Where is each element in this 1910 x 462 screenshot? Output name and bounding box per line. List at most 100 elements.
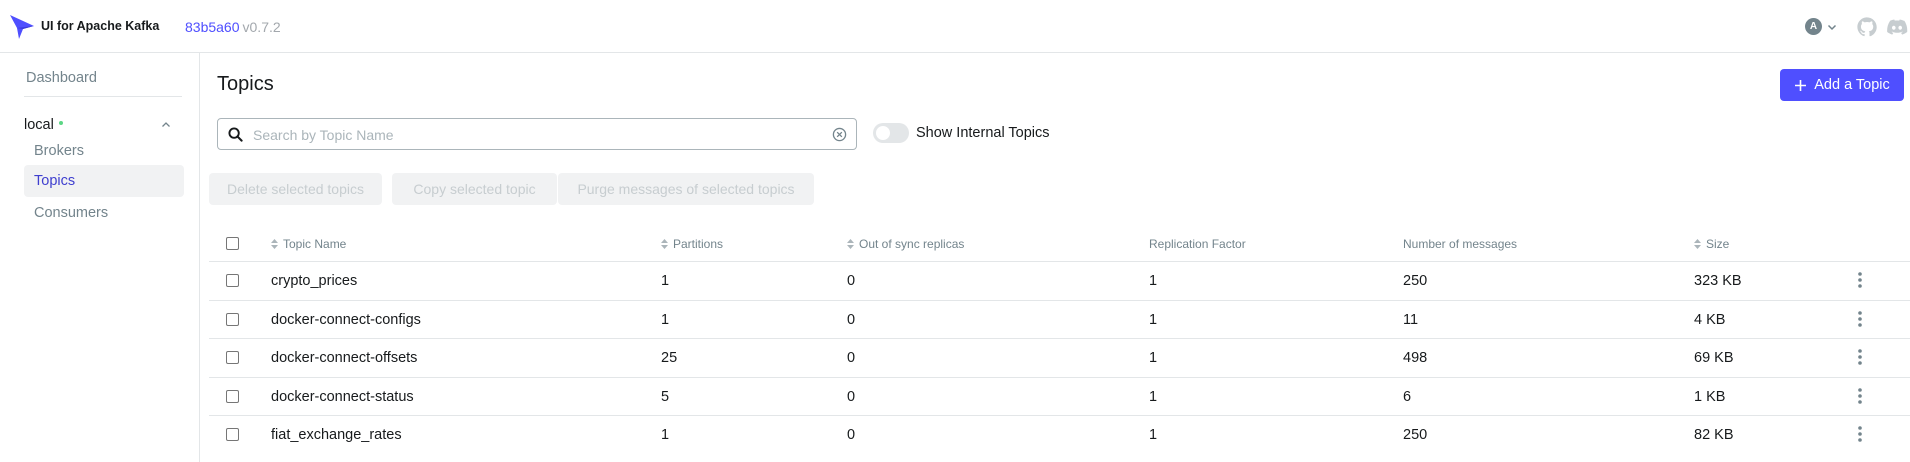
table-header: Topic Name Partitions Out of sync replic… — [209, 226, 1910, 262]
table-row: fiat_exchange_rates 1 0 1 250 82 KB — [209, 416, 1910, 455]
discord-icon[interactable] — [1886, 16, 1908, 38]
table-row: docker-connect-offsets 25 0 1 498 69 KB — [209, 339, 1910, 378]
out-of-sync-cell: 0 — [847, 273, 856, 289]
column-header-number-of-messages: Number of messages — [1403, 237, 1517, 251]
version-info: 83b5a60 v0.7.2 — [185, 19, 281, 35]
top-navbar: UI for Apache Kafka 83b5a60 v0.7.2 A — [0, 0, 1910, 53]
replication-factor-cell: 1 — [1149, 311, 1158, 328]
add-topic-button[interactable]: Add a Topic — [1780, 69, 1904, 101]
user-menu-button[interactable]: A — [1805, 18, 1838, 35]
chevron-up-icon — [162, 122, 170, 127]
page-title: Topics — [217, 73, 274, 95]
replication-factor-cell: 1 — [1149, 427, 1158, 443]
size-cell: 4 KB — [1694, 311, 1726, 328]
version-number: v0.7.2 — [242, 19, 281, 35]
sidebar-item-brokers[interactable]: Brokers — [24, 135, 184, 167]
replication-factor-cell: 1 — [1149, 273, 1158, 289]
table-row: docker-connect-configs 1 0 1 11 4 KB — [209, 301, 1910, 339]
sidebar: Dashboard local Brokers Topics Consumers — [0, 53, 200, 462]
topic-name-link[interactable]: docker-connect-configs — [271, 312, 421, 328]
avatar: A — [1805, 18, 1822, 35]
more-actions-icon[interactable] — [1857, 425, 1863, 443]
row-checkbox[interactable] — [226, 389, 239, 403]
version-hash-link[interactable]: 83b5a60 — [185, 19, 240, 35]
column-label: Partitions — [673, 237, 724, 251]
replication-factor-cell: 1 — [1149, 388, 1158, 405]
messages-cell: 250 — [1403, 427, 1428, 443]
size-cell: 323 KB — [1694, 273, 1742, 289]
replication-factor-cell: 1 — [1149, 350, 1158, 366]
row-checkbox[interactable] — [226, 428, 239, 441]
column-header-replication-factor: Replication Factor — [1149, 237, 1246, 251]
column-label: Topic Name — [283, 237, 347, 251]
sidebar-item-consumers[interactable]: Consumers — [24, 197, 184, 229]
show-internal-topics-toggle[interactable] — [873, 123, 909, 143]
partitions-cell: 5 — [661, 388, 670, 405]
topic-name-link[interactable]: fiat_exchange_rates — [271, 427, 402, 443]
column-header-out-of-sync[interactable]: Out of sync replicas — [847, 237, 964, 251]
column-header-size[interactable]: Size — [1694, 237, 1729, 251]
out-of-sync-cell: 0 — [847, 427, 856, 443]
sidebar-item-label: Consumers — [34, 205, 109, 221]
messages-cell: 250 — [1403, 273, 1428, 289]
messages-cell: 498 — [1403, 350, 1428, 366]
messages-cell: 6 — [1403, 388, 1412, 405]
messages-cell: 11 — [1403, 311, 1419, 328]
sidebar-item-topics[interactable]: Topics — [24, 165, 184, 197]
partitions-cell: 1 — [661, 311, 670, 328]
more-actions-icon[interactable] — [1857, 310, 1863, 328]
size-cell: 69 KB — [1694, 350, 1734, 366]
column-label: Out of sync replicas — [859, 237, 965, 251]
select-all-checkbox[interactable] — [226, 237, 239, 250]
out-of-sync-cell: 0 — [847, 350, 856, 366]
topic-name-link[interactable]: crypto_prices — [271, 273, 357, 289]
kafka-ui-logo-icon[interactable] — [9, 14, 35, 40]
topics-table: Topic Name Partitions Out of sync replic… — [209, 226, 1910, 455]
table-row: crypto_prices 1 0 1 250 323 KB — [209, 262, 1910, 301]
sort-icon — [1694, 239, 1701, 249]
sidebar-item-dashboard[interactable]: Dashboard — [26, 70, 97, 86]
show-internal-topics-label: Show Internal Topics — [916, 125, 1050, 141]
more-actions-icon[interactable] — [1857, 348, 1863, 366]
delete-selected-topics-button[interactable]: Delete selected topics — [209, 173, 382, 205]
topic-name-link[interactable]: docker-connect-offsets — [271, 350, 417, 366]
sort-icon — [847, 239, 854, 249]
column-label: Number of messages — [1403, 237, 1518, 251]
partitions-cell: 1 — [661, 427, 670, 443]
plus-icon — [1795, 79, 1807, 91]
column-header-partitions[interactable]: Partitions — [661, 237, 723, 251]
app-title: UI for Apache Kafka — [41, 19, 160, 33]
size-cell: 82 KB — [1694, 427, 1734, 443]
cluster-status-dot — [58, 121, 63, 125]
partitions-cell: 1 — [661, 273, 670, 289]
sidebar-item-label: Topics — [34, 173, 76, 189]
out-of-sync-cell: 0 — [847, 311, 856, 328]
row-checkbox[interactable] — [226, 312, 239, 326]
github-icon[interactable] — [1856, 16, 1878, 38]
column-label: Replication Factor — [1149, 237, 1246, 251]
sidebar-item-label: Brokers — [34, 143, 84, 159]
clear-search-icon[interactable] — [832, 127, 847, 142]
add-topic-label: Add a Topic — [1814, 77, 1890, 93]
chevron-down-icon — [1827, 24, 1837, 30]
column-label: Size — [1706, 237, 1730, 251]
toggle-knob — [876, 126, 890, 140]
copy-selected-topic-button[interactable]: Copy selected topic — [392, 173, 557, 205]
sidebar-divider — [24, 96, 182, 97]
purge-messages-button[interactable]: Purge messages of selected topics — [558, 173, 814, 205]
row-checkbox[interactable] — [226, 274, 239, 287]
out-of-sync-cell: 0 — [847, 388, 856, 405]
size-cell: 1 KB — [1694, 388, 1726, 405]
cluster-name: local — [24, 117, 54, 133]
sort-icon — [661, 239, 668, 249]
partitions-cell: 25 — [661, 350, 678, 366]
topic-name-link[interactable]: docker-connect-status — [271, 389, 414, 405]
more-actions-icon[interactable] — [1857, 387, 1863, 405]
column-header-topic-name[interactable]: Topic Name — [271, 237, 346, 251]
row-checkbox[interactable] — [226, 351, 239, 364]
sort-icon — [271, 239, 278, 249]
more-actions-icon[interactable] — [1857, 271, 1863, 289]
search-icon — [228, 127, 243, 142]
table-row: docker-connect-status 5 0 1 6 1 KB — [209, 378, 1910, 416]
search-input[interactable] — [253, 125, 813, 145]
